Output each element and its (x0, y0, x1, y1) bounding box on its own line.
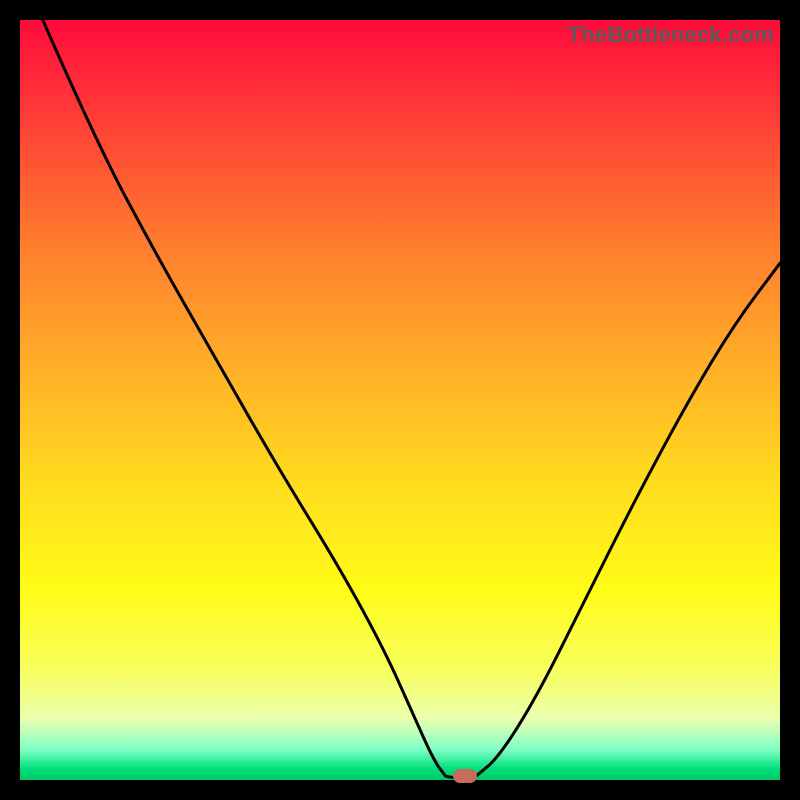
watermark-text: TheBottleneck.com (568, 22, 774, 48)
bottleneck-curve (20, 20, 780, 780)
optimal-point-marker (453, 769, 477, 783)
chart-area: TheBottleneck.com (20, 20, 780, 780)
